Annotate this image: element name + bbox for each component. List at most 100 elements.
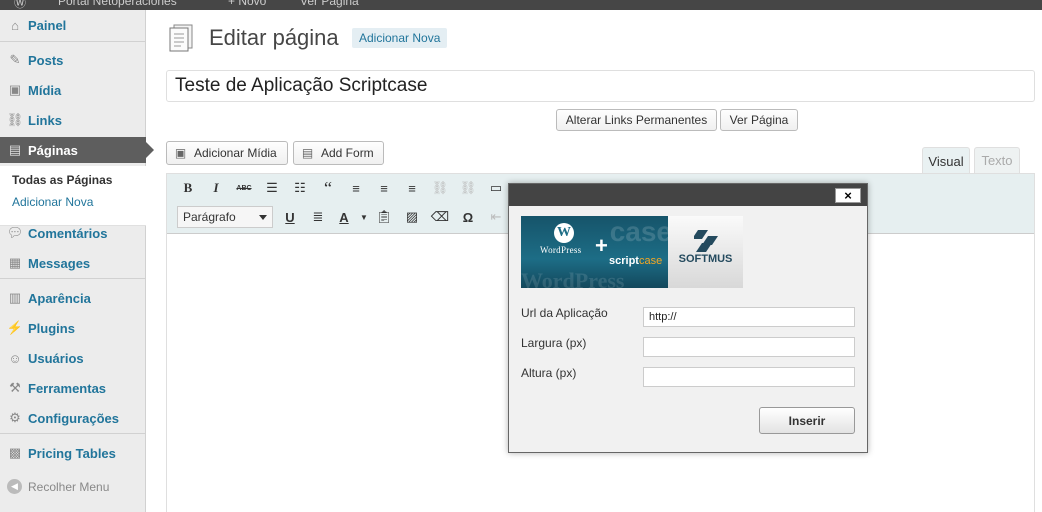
- sidebar-item-usuarios[interactable]: ☺ Usuários: [0, 345, 146, 371]
- tab-texto[interactable]: Texto: [974, 147, 1020, 173]
- admin-bar: Ⓦ Portal Netoperaciones + Novo Ver Págin…: [0, 0, 1042, 10]
- appearance-icon: ▥: [8, 290, 22, 305]
- text-color-icon[interactable]: A: [333, 206, 355, 228]
- page-title: Editar página: [209, 25, 339, 50]
- add-media-label: Adicionar Mídia: [194, 146, 277, 160]
- pages-header-icon: [169, 24, 193, 52]
- bold-icon[interactable]: B: [177, 177, 199, 199]
- softmus-wordmark: SOFTMUS: [678, 253, 733, 265]
- sidebar-item-links[interactable]: ⛓ Links: [0, 107, 146, 133]
- sidebar-item-plugins[interactable]: ⚡ Plugins: [0, 315, 146, 341]
- tools-icon: ⚒: [9, 380, 21, 395]
- sidebar-item-midia[interactable]: ▣ Mídia: [0, 77, 146, 103]
- link-icon: ⛓: [6, 112, 24, 127]
- sidebar-item-paginas[interactable]: ▤ Páginas: [0, 137, 154, 163]
- width-label: Largura (px): [521, 336, 587, 350]
- sidebar-item-label: Pricing Tables: [28, 445, 116, 461]
- align-right-icon[interactable]: ≡: [401, 177, 423, 199]
- underline-icon[interactable]: U: [279, 206, 301, 228]
- paste-text-icon[interactable]: 📋︎: [373, 206, 395, 228]
- collapse-menu[interactable]: ◀ Recolher Menu: [7, 479, 109, 494]
- pin-icon: ✎: [9, 52, 21, 67]
- insert-button[interactable]: Inserir: [759, 407, 855, 434]
- more-tag-icon[interactable]: ▭: [485, 177, 507, 199]
- settings-icon: ⚙: [9, 410, 21, 425]
- sidebar-item-configuracoes[interactable]: ⚙ Configurações: [0, 405, 146, 431]
- pages-submenu: Todas as Páginas Adicionar Nova: [0, 166, 146, 226]
- wordpress-logo-icon[interactable]: Ⓦ: [14, 0, 26, 10]
- submenu-item-all-pages[interactable]: Todas as Páginas: [12, 173, 112, 187]
- plugin-icon: ⚡: [6, 320, 24, 335]
- scriptcase-wordmark: scriptcase: [609, 255, 663, 267]
- format-select[interactable]: Parágrafo: [177, 206, 273, 228]
- page-icon: ▤: [8, 142, 22, 157]
- sidebar-separator: [0, 41, 146, 42]
- post-title-input[interactable]: [166, 70, 1035, 102]
- wordpress-logo-icon: W: [554, 223, 574, 243]
- home-icon: ⌂: [11, 17, 19, 33]
- sidebar-item-label: Mídia: [28, 82, 62, 98]
- url-label: Url da Aplicação: [521, 306, 608, 320]
- chevron-down-icon: [259, 215, 267, 220]
- sidebar-item-label: Usuários: [28, 350, 84, 366]
- justify-icon[interactable]: ≣: [307, 206, 329, 228]
- sidebar-item-messages[interactable]: ▦ Messages: [0, 250, 146, 276]
- view-page-button[interactable]: Ver Página: [720, 109, 798, 131]
- sidebar-item-label: Páginas: [28, 142, 78, 158]
- unlink-icon[interactable]: ⛓: [457, 177, 479, 199]
- collapse-menu-label: Recolher Menu: [28, 479, 110, 494]
- italic-icon[interactable]: I: [205, 177, 227, 199]
- sidebar-item-label: Comentários: [28, 225, 108, 241]
- plugin-logo: case WordPress W WordPress + scriptcase …: [521, 216, 743, 288]
- admin-bar-view[interactable]: Ver Página: [300, 0, 359, 8]
- pricing-icon: ▩: [8, 445, 22, 460]
- text-color-dropdown-icon[interactable]: ▼: [353, 206, 375, 228]
- height-input[interactable]: [643, 367, 855, 387]
- blockquote-icon[interactable]: “: [317, 177, 339, 199]
- admin-bar-new[interactable]: + Novo: [228, 0, 266, 8]
- height-label: Altura (px): [521, 366, 577, 380]
- sidebar-separator: [0, 433, 146, 434]
- strikethrough-icon[interactable]: ABC: [233, 177, 255, 199]
- special-character-icon[interactable]: Ω: [457, 206, 479, 228]
- format-select-value: Parágrafo: [183, 210, 236, 224]
- media-icon: ▣: [8, 82, 22, 97]
- insert-scriptcase-dialog: × case WordPress W WordPress + scriptcas…: [508, 183, 868, 453]
- dialog-titlebar: ×: [509, 184, 867, 206]
- sidebar-item-label: Links: [28, 112, 62, 128]
- add-form-button[interactable]: ▤ Add Form: [293, 141, 384, 165]
- wordpress-wordmark: WordPress: [540, 245, 582, 255]
- sidebar-item-label: Painel: [28, 17, 67, 33]
- sidebar-item-posts[interactable]: ✎ Posts: [0, 47, 146, 73]
- align-left-icon[interactable]: ≡: [345, 177, 367, 199]
- sidebar-item-label: Posts: [28, 52, 64, 68]
- insert-link-icon[interactable]: ⛓: [429, 177, 451, 199]
- wordpress-scriptcase-logo: case WordPress W WordPress + scriptcase: [521, 216, 668, 288]
- sidebar-item-ferramentas[interactable]: ⚒ Ferramentas: [0, 375, 146, 401]
- tab-visual[interactable]: Visual: [922, 147, 970, 174]
- sidebar-item-pricing-tables[interactable]: ▩ Pricing Tables: [0, 440, 146, 466]
- submenu-item-add-new[interactable]: Adicionar Nova: [12, 195, 93, 209]
- close-icon[interactable]: ×: [835, 188, 861, 203]
- sidebar-item-aparencia[interactable]: ▥ Aparência: [0, 285, 146, 311]
- logo-background-text: case: [609, 216, 668, 247]
- align-center-icon[interactable]: ≡: [373, 177, 395, 199]
- form-icon: ▤: [301, 146, 314, 160]
- messages-icon: ▦: [8, 255, 22, 270]
- paste-word-icon[interactable]: ▨: [401, 206, 423, 228]
- dialog-body: case WordPress W WordPress + scriptcase …: [509, 206, 867, 452]
- sidebar-item-comentarios[interactable]: 💬︎ Comentários: [0, 220, 146, 246]
- numbered-list-icon[interactable]: ☷: [289, 177, 311, 199]
- sidebar-separator: [0, 278, 146, 279]
- url-input[interactable]: [643, 307, 855, 327]
- change-permalinks-button[interactable]: Alterar Links Permanentes: [556, 109, 717, 131]
- media-icon: ▣: [174, 146, 187, 160]
- admin-bar-site-name[interactable]: Portal Netoperaciones: [58, 0, 177, 8]
- width-input[interactable]: [643, 337, 855, 357]
- outdent-icon[interactable]: ⇤: [485, 206, 507, 228]
- add-media-button[interactable]: ▣ Adicionar Mídia: [166, 141, 288, 165]
- add-new-page-button[interactable]: Adicionar Nova: [352, 28, 448, 48]
- bullet-list-icon[interactable]: ☰: [261, 177, 283, 199]
- clear-formatting-icon[interactable]: ⌫: [429, 206, 451, 228]
- sidebar-item-painel[interactable]: ⌂ Painel: [0, 12, 146, 38]
